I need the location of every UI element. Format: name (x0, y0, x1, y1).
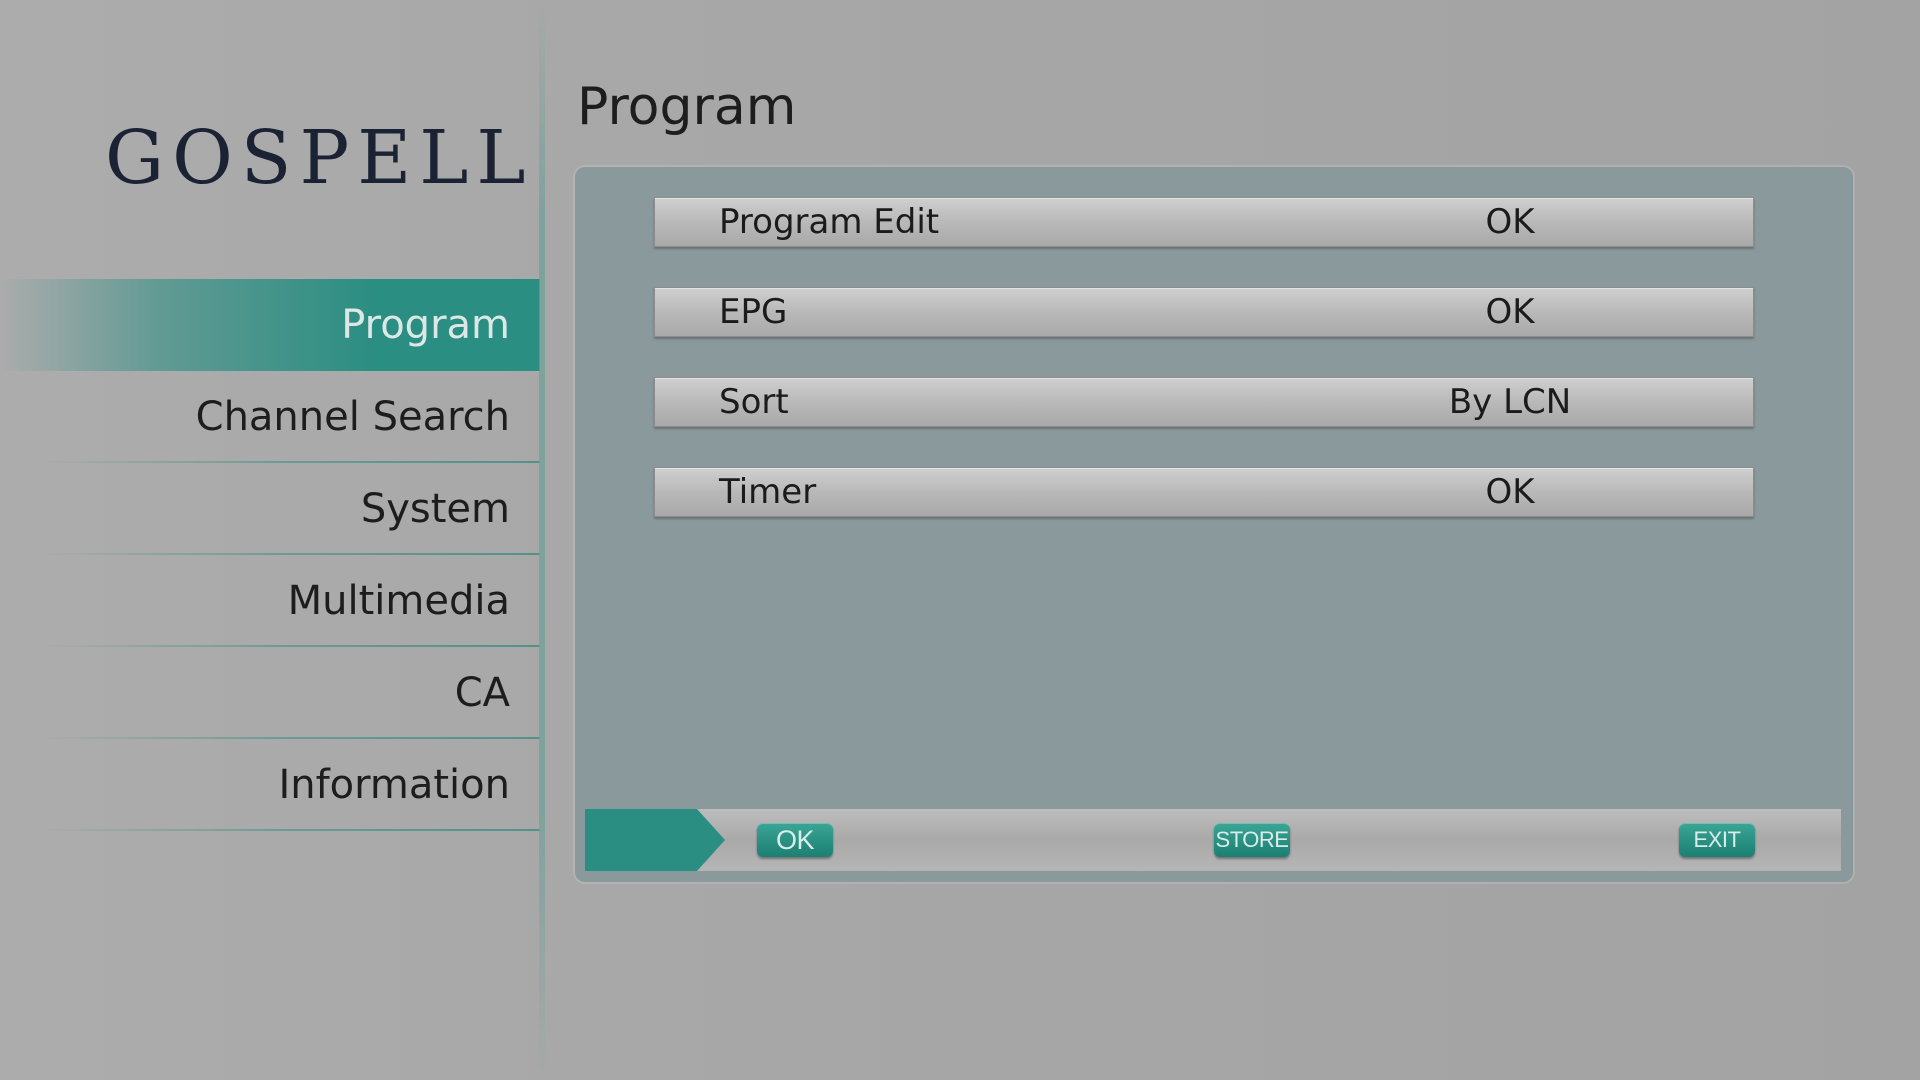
ok-button[interactable]: OK (757, 823, 833, 857)
menu-row-value: By LCN (1448, 382, 1572, 422)
menu-row-label: Timer (719, 472, 817, 512)
menu-row-value: OK (1485, 202, 1535, 242)
exit-button[interactable]: EXIT (1679, 823, 1755, 857)
menu-row-timer[interactable]: Timer OK (654, 467, 1754, 517)
sidebar-item-ca[interactable]: CA (0, 647, 540, 739)
sidebar-item-multimedia[interactable]: Multimedia (0, 555, 540, 647)
menu-row-epg[interactable]: EPG OK (654, 287, 1754, 337)
store-button[interactable]: STORE (1214, 823, 1290, 857)
menu-row-label: Sort (719, 382, 789, 422)
sidebar-item-information[interactable]: Information (0, 739, 540, 831)
gospell-logo: GOSPELL (105, 115, 534, 201)
menu-panel: Program Edit OK EPG OK Sort By LCN Timer… (575, 167, 1853, 882)
menu-row-value: OK (1485, 472, 1535, 512)
sidebar-item-system[interactable]: System (0, 463, 540, 555)
sidebar-divider (539, 0, 545, 1080)
hint-arrow-icon (585, 809, 725, 871)
menu-row-program-edit[interactable]: Program Edit OK (654, 197, 1754, 247)
sidebar: GOSPELL Program Channel Search System Mu… (0, 0, 540, 1080)
menu-row-label: Program Edit (719, 202, 940, 242)
menu-row-label: EPG (719, 292, 788, 332)
sidebar-nav: Program Channel Search System Multimedia… (0, 279, 540, 831)
menu-row-value: OK (1485, 292, 1535, 332)
menu-row-sort[interactable]: Sort By LCN (654, 377, 1754, 427)
page-title: Program (577, 77, 797, 137)
sidebar-item-program[interactable]: Program (0, 279, 540, 371)
sidebar-item-channel-search[interactable]: Channel Search (0, 371, 540, 463)
hint-bar: OK STORE EXIT (585, 809, 1841, 871)
screen: GOSPELL Program Channel Search System Mu… (0, 0, 1920, 1080)
